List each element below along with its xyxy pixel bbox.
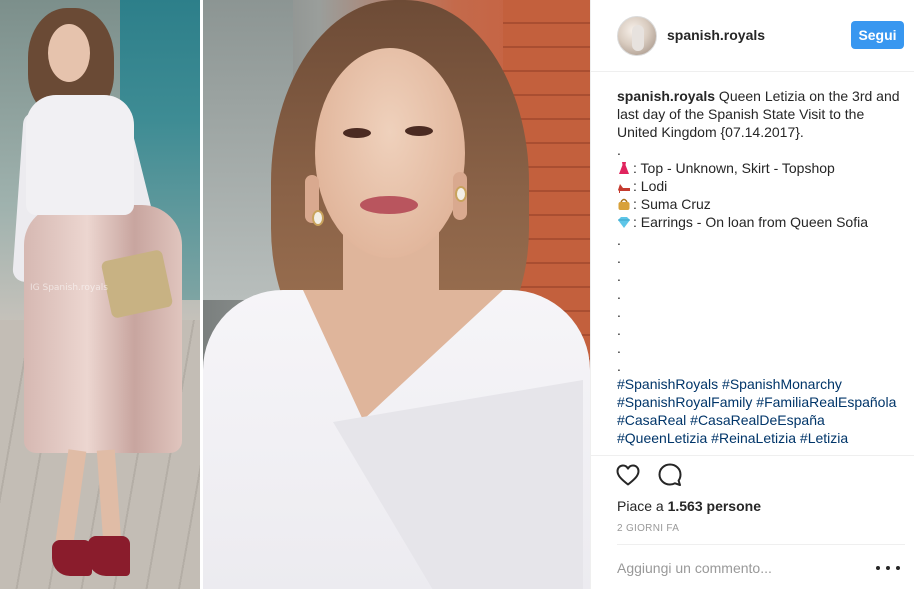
caption-text: spanish.royals Queen Letizia on the 3rd … bbox=[617, 87, 905, 141]
detail-line-shoes: : Lodi bbox=[617, 177, 905, 195]
header-username[interactable]: spanish.royals bbox=[667, 27, 765, 43]
caption-dot: . bbox=[617, 268, 621, 284]
caption-dot: . bbox=[617, 358, 621, 374]
detail-line-bag: : Suma Cruz bbox=[617, 195, 905, 213]
photo-watermark: IG Spanish.royals bbox=[30, 283, 108, 293]
follow-button[interactable]: Segui bbox=[851, 21, 904, 49]
caption-area[interactable]: spanish.royals Queen Letizia on the 3rd … bbox=[617, 87, 905, 455]
caption-username[interactable]: spanish.royals bbox=[617, 88, 715, 104]
hashtag-line[interactable]: #SpanishRoyals #SpanishMonarchy bbox=[617, 375, 905, 393]
likes-count[interactable]: Piace a 1.563 persone bbox=[617, 498, 761, 514]
avatar[interactable] bbox=[617, 16, 657, 56]
comment-input[interactable] bbox=[617, 556, 867, 580]
more-options-icon[interactable] bbox=[876, 558, 900, 578]
caption-dot: . bbox=[617, 286, 621, 302]
post-side-panel: spanish.royals Segui spanish.royals Quee… bbox=[590, 0, 914, 589]
detail-line-outfit: : Top - Unknown, Skirt - Topshop bbox=[617, 159, 905, 177]
handbag-icon bbox=[618, 198, 630, 210]
caption-dot: . bbox=[617, 232, 621, 248]
hashtag-line[interactable]: #QueenLetizia #ReinaLetizia #Letizia bbox=[617, 429, 905, 447]
detail-line-earrings: : Earrings - On loan from Queen Sofia bbox=[617, 213, 905, 231]
actions-divider bbox=[591, 455, 914, 456]
comment-divider bbox=[617, 544, 905, 545]
caption-dot: . bbox=[617, 142, 621, 158]
hashtag-line[interactable]: #SpanishRoyalFamily #FamiliaRealEspañola bbox=[617, 393, 905, 411]
caption-dot: . bbox=[617, 304, 621, 320]
hashtag-line[interactable]: #CasaReal #CasaRealDeEspaña bbox=[617, 411, 905, 429]
gem-icon bbox=[618, 217, 630, 228]
post-photo[interactable]: IG Spanish.royals bbox=[0, 0, 590, 589]
caption-dot: . bbox=[617, 250, 621, 266]
post-timestamp[interactable]: 2 GIORNI FA bbox=[617, 523, 679, 534]
caption-dot: . bbox=[617, 340, 621, 356]
heart-icon[interactable] bbox=[615, 462, 641, 488]
dress-icon bbox=[619, 162, 629, 174]
photo-full-body bbox=[0, 0, 201, 589]
heel-shoe-icon bbox=[618, 184, 630, 193]
post-header: spanish.royals Segui bbox=[591, 0, 914, 72]
comment-icon[interactable] bbox=[657, 462, 683, 488]
caption-dot: . bbox=[617, 322, 621, 338]
photo-portrait bbox=[203, 0, 590, 589]
